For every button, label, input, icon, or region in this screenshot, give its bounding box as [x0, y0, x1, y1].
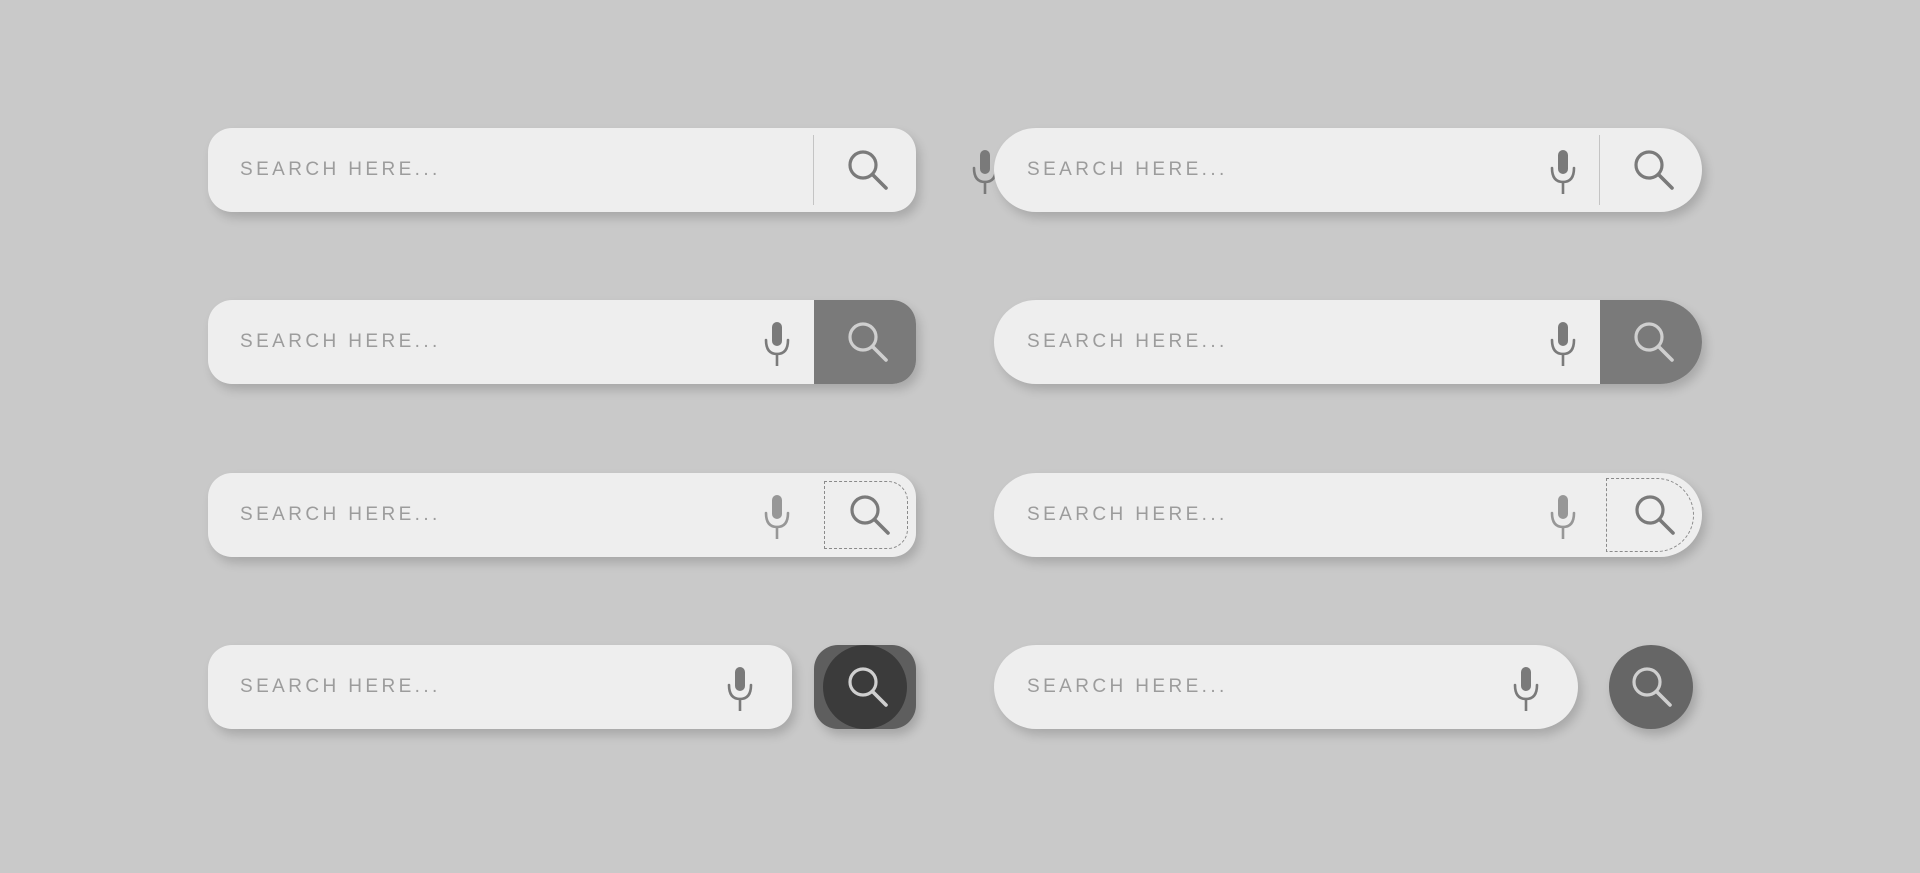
search-bar-3[interactable]: SEARCH HERE...: [208, 300, 916, 384]
search-button[interactable]: [814, 300, 916, 384]
magnifier-icon: [1633, 321, 1675, 363]
search-bar-4[interactable]: SEARCH HERE...: [994, 300, 1702, 384]
search-bar-7[interactable]: SEARCH HERE...: [208, 645, 792, 729]
search-input-placeholder[interactable]: SEARCH HERE...: [1027, 128, 1228, 212]
search-button[interactable]: [1600, 128, 1702, 212]
search-bar-8[interactable]: SEARCH HERE...: [994, 645, 1578, 729]
microphone-icon[interactable]: [727, 667, 753, 711]
search-button[interactable]: [1600, 300, 1702, 384]
search-button[interactable]: [814, 128, 916, 212]
magnifier-icon: [847, 666, 889, 708]
search-bar-6[interactable]: SEARCH HERE...: [994, 473, 1702, 557]
search-button[interactable]: [814, 645, 916, 729]
microphone-icon[interactable]: [1550, 495, 1576, 539]
search-button[interactable]: [1606, 478, 1694, 552]
microphone-icon[interactable]: [764, 322, 790, 366]
magnifier-icon: [1633, 149, 1675, 191]
magnifier-icon: [847, 321, 889, 363]
magnifier-icon: [1631, 666, 1673, 708]
search-bar-5[interactable]: SEARCH HERE...: [208, 473, 916, 557]
search-input-placeholder[interactable]: SEARCH HERE...: [240, 473, 441, 557]
magnifier-icon: [849, 494, 891, 536]
search-input-placeholder[interactable]: SEARCH HERE...: [1027, 300, 1228, 384]
microphone-icon[interactable]: [1513, 667, 1539, 711]
microphone-icon[interactable]: [764, 495, 790, 539]
microphone-icon[interactable]: [1550, 322, 1576, 366]
search-button[interactable]: [1609, 645, 1693, 729]
search-bar-2[interactable]: SEARCH HERE...: [994, 128, 1702, 212]
search-bar-1[interactable]: SEARCH HERE...: [208, 128, 916, 212]
magnifier-icon: [847, 149, 889, 191]
magnifier-icon: [1634, 494, 1676, 536]
search-input-placeholder[interactable]: SEARCH HERE...: [240, 128, 441, 212]
microphone-icon[interactable]: [1550, 150, 1576, 194]
search-input-placeholder[interactable]: SEARCH HERE...: [240, 300, 441, 384]
search-button[interactable]: [824, 481, 908, 549]
search-input-placeholder[interactable]: SEARCH HERE...: [1027, 645, 1228, 729]
search-input-placeholder[interactable]: SEARCH HERE...: [1027, 473, 1228, 557]
search-input-placeholder[interactable]: SEARCH HERE...: [240, 645, 441, 729]
